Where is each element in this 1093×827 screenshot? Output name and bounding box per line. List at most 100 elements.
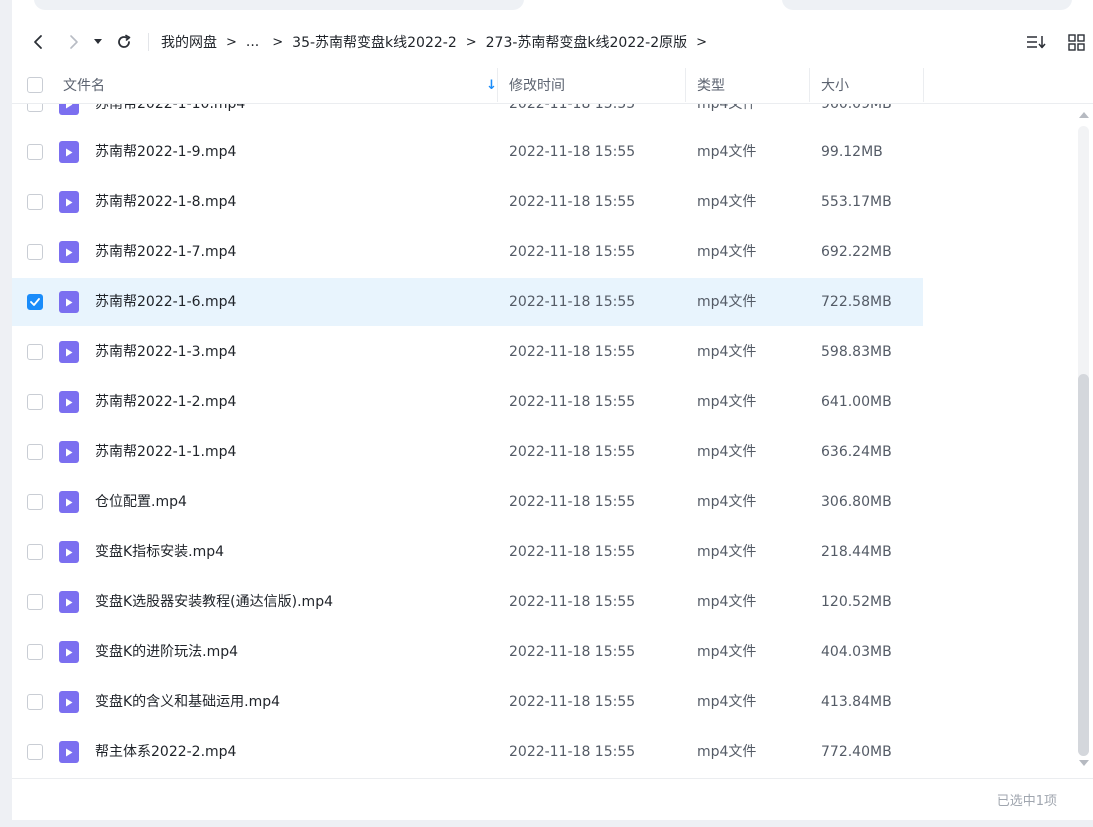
file-size: 553.17MB	[821, 194, 892, 210]
table-row[interactable]: 变盘K选股器安装教程(通达信版).mp4 2022-11-18 15:55 mp4文…	[12, 578, 923, 626]
column-divider[interactable]	[497, 68, 498, 102]
history-dropdown-button[interactable]	[90, 30, 106, 54]
column-header-type[interactable]: 类型	[697, 66, 725, 104]
file-name: 变盘K选股器安装教程(通达信版).mp4	[95, 594, 333, 610]
file-size: 99.12MB	[821, 144, 883, 160]
file-size: 218.44MB	[821, 544, 892, 560]
video-file-icon	[59, 591, 79, 613]
table-row[interactable]: 帮主体系2022-2.mp4 2022-11-18 15:55 mp4文件 772.4…	[12, 728, 923, 776]
table-row[interactable]: 仓位配置.mp4 2022-11-18 15:55 mp4文件 306.80MB	[12, 478, 923, 526]
file-type: mp4文件	[697, 744, 757, 760]
file-size: 692.22MB	[821, 244, 892, 260]
row-checkbox[interactable]	[27, 594, 43, 610]
row-checkbox[interactable]	[27, 244, 43, 260]
row-checkbox[interactable]	[27, 104, 43, 112]
sort-button[interactable]	[1025, 30, 1049, 54]
breadcrumb-separator: >	[272, 34, 284, 50]
video-file-icon	[59, 141, 79, 163]
row-checkbox[interactable]	[27, 644, 43, 660]
file-size: 641.00MB	[821, 394, 892, 410]
top-search-bar[interactable]	[782, 0, 1072, 10]
file-name: 变盘K的进阶玩法.mp4	[95, 644, 239, 660]
row-checkbox[interactable]	[27, 444, 43, 460]
table-row[interactable]: 变盘K的进阶玩法.mp4 2022-11-18 15:55 mp4文件 404.03M…	[12, 628, 923, 676]
file-name: 苏南帮2022-1-9.mp4	[95, 144, 237, 160]
table-row[interactable]: 苏南帮2022-1-10.mp4 2022-11-18 15:55 mp4文件 …	[12, 104, 923, 128]
table-row[interactable]: 苏南帮2022-1-8.mp4 2022-11-18 15:55 mp4文件 553.…	[12, 178, 923, 226]
file-modified: 2022-11-18 15:55	[509, 744, 636, 760]
breadcrumb-root[interactable]: 我的网盘	[161, 32, 217, 52]
breadcrumb-current[interactable]: 273-苏南帮变盘k线2022-2原版	[486, 32, 687, 52]
scroll-down-arrow-icon[interactable]	[1079, 760, 1089, 766]
back-button[interactable]	[28, 30, 48, 54]
nav-divider	[148, 33, 149, 51]
file-type: mp4文件	[697, 144, 757, 160]
refresh-button[interactable]	[114, 30, 134, 54]
scroll-up-arrow-icon[interactable]	[1079, 112, 1089, 118]
sort-desc-icon: ↓	[486, 77, 497, 93]
vertical-scrollbar[interactable]	[1074, 104, 1093, 778]
row-checkbox[interactable]	[27, 344, 43, 360]
table-header: 文件名 ↓ 修改时间 类型 大小	[12, 66, 1093, 104]
forward-button[interactable]	[64, 30, 84, 54]
table-row[interactable]: 苏南帮2022-1-7.mp4 2022-11-18 15:55 mp4文件 692.…	[12, 228, 923, 276]
file-size: 636.24MB	[821, 444, 892, 460]
file-name: 苏南帮2022-1-7.mp4	[95, 244, 237, 260]
column-divider[interactable]	[923, 68, 924, 102]
file-modified: 2022-11-18 15:55	[509, 144, 636, 160]
table-row[interactable]: 变盘K指标安装.mp4 2022-11-18 15:55 mp4文件 218.44MB	[12, 528, 923, 576]
scroll-thumb[interactable]	[1078, 374, 1089, 756]
file-modified: 2022-11-18 15:55	[509, 104, 636, 112]
file-name: 苏南帮2022-1-3.mp4	[95, 344, 237, 360]
table-row[interactable]: 苏南帮2022-1-6.mp4 2022-11-18 15:55 mp4文件 722.…	[12, 278, 923, 326]
video-file-icon	[59, 641, 79, 663]
column-header-name-label: 文件名	[63, 78, 105, 94]
breadcrumb-parent[interactable]: 35-苏南帮变盘k线2022-2	[292, 32, 457, 52]
column-header-size[interactable]: 大小	[821, 66, 849, 104]
column-header-name[interactable]: 文件名 ↓	[63, 66, 497, 104]
video-file-icon	[59, 391, 79, 413]
table-row[interactable]: 苏南帮2022-1-3.mp4 2022-11-18 15:55 mp4文件 598.…	[12, 328, 923, 376]
table-row[interactable]: 苏南帮2022-1-2.mp4 2022-11-18 15:55 mp4文件 641.…	[12, 378, 923, 426]
file-name: 变盘K的含义和基础运用.mp4	[95, 694, 281, 710]
file-size: 306.80MB	[821, 494, 892, 510]
video-file-icon	[59, 291, 79, 313]
file-modified: 2022-11-18 15:55	[509, 244, 636, 260]
file-type: mp4文件	[697, 344, 757, 360]
chevron-right-icon	[70, 35, 78, 49]
file-size: 120.52MB	[821, 594, 892, 610]
select-all-cell	[27, 66, 43, 104]
file-modified: 2022-11-18 15:55	[509, 294, 636, 310]
file-name: 仓位配置.mp4	[95, 494, 187, 510]
checkmark-icon	[30, 298, 40, 306]
table-row[interactable]: 变盘K的含义和基础运用.mp4 2022-11-18 15:55 mp4文件 413.…	[12, 678, 923, 726]
row-checkbox[interactable]	[27, 694, 43, 710]
navigation-bar: 我的网盘 > ... > 35-苏南帮变盘k线2022-2 > 273-苏南帮变…	[12, 22, 1093, 62]
table-row[interactable]: 苏南帮2022-1-1.mp4 2022-11-18 15:55 mp4文件 636.…	[12, 428, 923, 476]
file-modified: 2022-11-18 15:55	[509, 494, 636, 510]
table-row[interactable]: 苏南帮2022-1-9.mp4 2022-11-18 15:55 mp4文件 99.1…	[12, 128, 923, 176]
row-checkbox[interactable]	[27, 294, 43, 310]
grid-view-button[interactable]	[1065, 30, 1087, 54]
file-type: mp4文件	[697, 104, 757, 112]
row-checkbox[interactable]	[27, 144, 43, 160]
video-file-icon	[59, 441, 79, 463]
column-header-modified[interactable]: 修改时间	[509, 66, 565, 104]
file-size: 404.03MB	[821, 644, 892, 660]
file-size: 722.58MB	[821, 294, 892, 310]
select-all-checkbox[interactable]	[27, 77, 43, 93]
file-name: 苏南帮2022-1-8.mp4	[95, 194, 237, 210]
row-checkbox[interactable]	[27, 194, 43, 210]
row-checkbox[interactable]	[27, 394, 43, 410]
file-manager-window: 我的网盘 > ... > 35-苏南帮变盘k线2022-2 > 273-苏南帮变…	[12, 0, 1093, 820]
breadcrumb-ellipsis[interactable]: ...	[246, 34, 259, 50]
file-name: 帮主体系2022-2.mp4	[95, 744, 237, 760]
top-tab-left[interactable]	[34, 0, 524, 10]
row-checkbox[interactable]	[27, 494, 43, 510]
caret-down-icon	[94, 39, 102, 44]
row-checkbox[interactable]	[27, 544, 43, 560]
file-type: mp4文件	[697, 444, 757, 460]
column-divider[interactable]	[809, 68, 810, 102]
column-divider[interactable]	[685, 68, 686, 102]
row-checkbox[interactable]	[27, 744, 43, 760]
